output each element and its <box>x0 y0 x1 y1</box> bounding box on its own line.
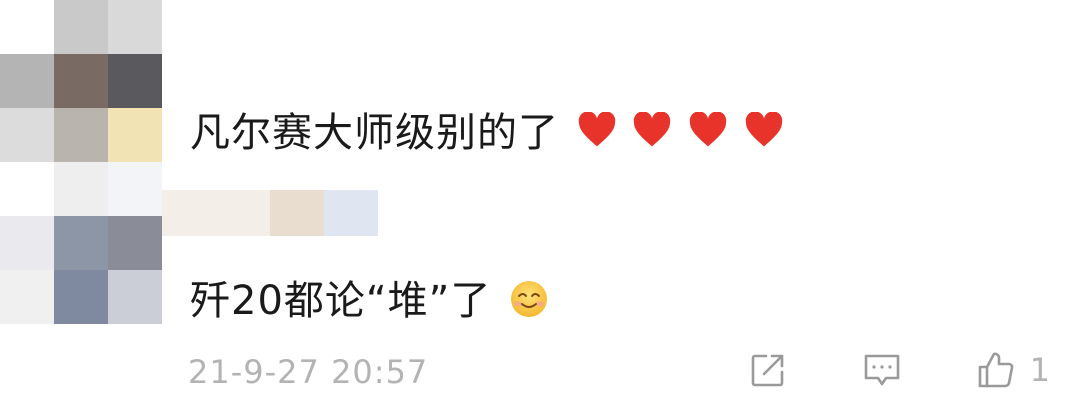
heart-icon <box>578 112 615 147</box>
timestamp: 21-9-27 20:57 <box>188 353 429 391</box>
comment-2-text: 歼20都论“堆”了 <box>190 278 492 324</box>
comment-1: 凡尔赛大师级别的了 <box>190 100 786 158</box>
heart-icon <box>689 112 727 147</box>
comment-icon <box>864 354 899 386</box>
share-button[interactable] <box>746 348 790 392</box>
like-count: 1 <box>1029 351 1050 389</box>
heart-reactions <box>577 110 786 156</box>
thumbs-up-icon <box>978 352 1013 388</box>
heart-icon <box>745 112 783 147</box>
heart-icon <box>634 112 671 147</box>
share-icon <box>751 354 783 387</box>
comment-actions: 1 <box>746 348 1050 392</box>
comment-2: 歼20都论“堆”了 <box>190 268 549 326</box>
like-button[interactable]: 1 <box>974 348 1050 392</box>
comment-1-text: 凡尔赛大师级别的了 <box>190 110 559 156</box>
smiling-face-icon <box>511 281 548 317</box>
reply-button[interactable] <box>860 348 904 392</box>
